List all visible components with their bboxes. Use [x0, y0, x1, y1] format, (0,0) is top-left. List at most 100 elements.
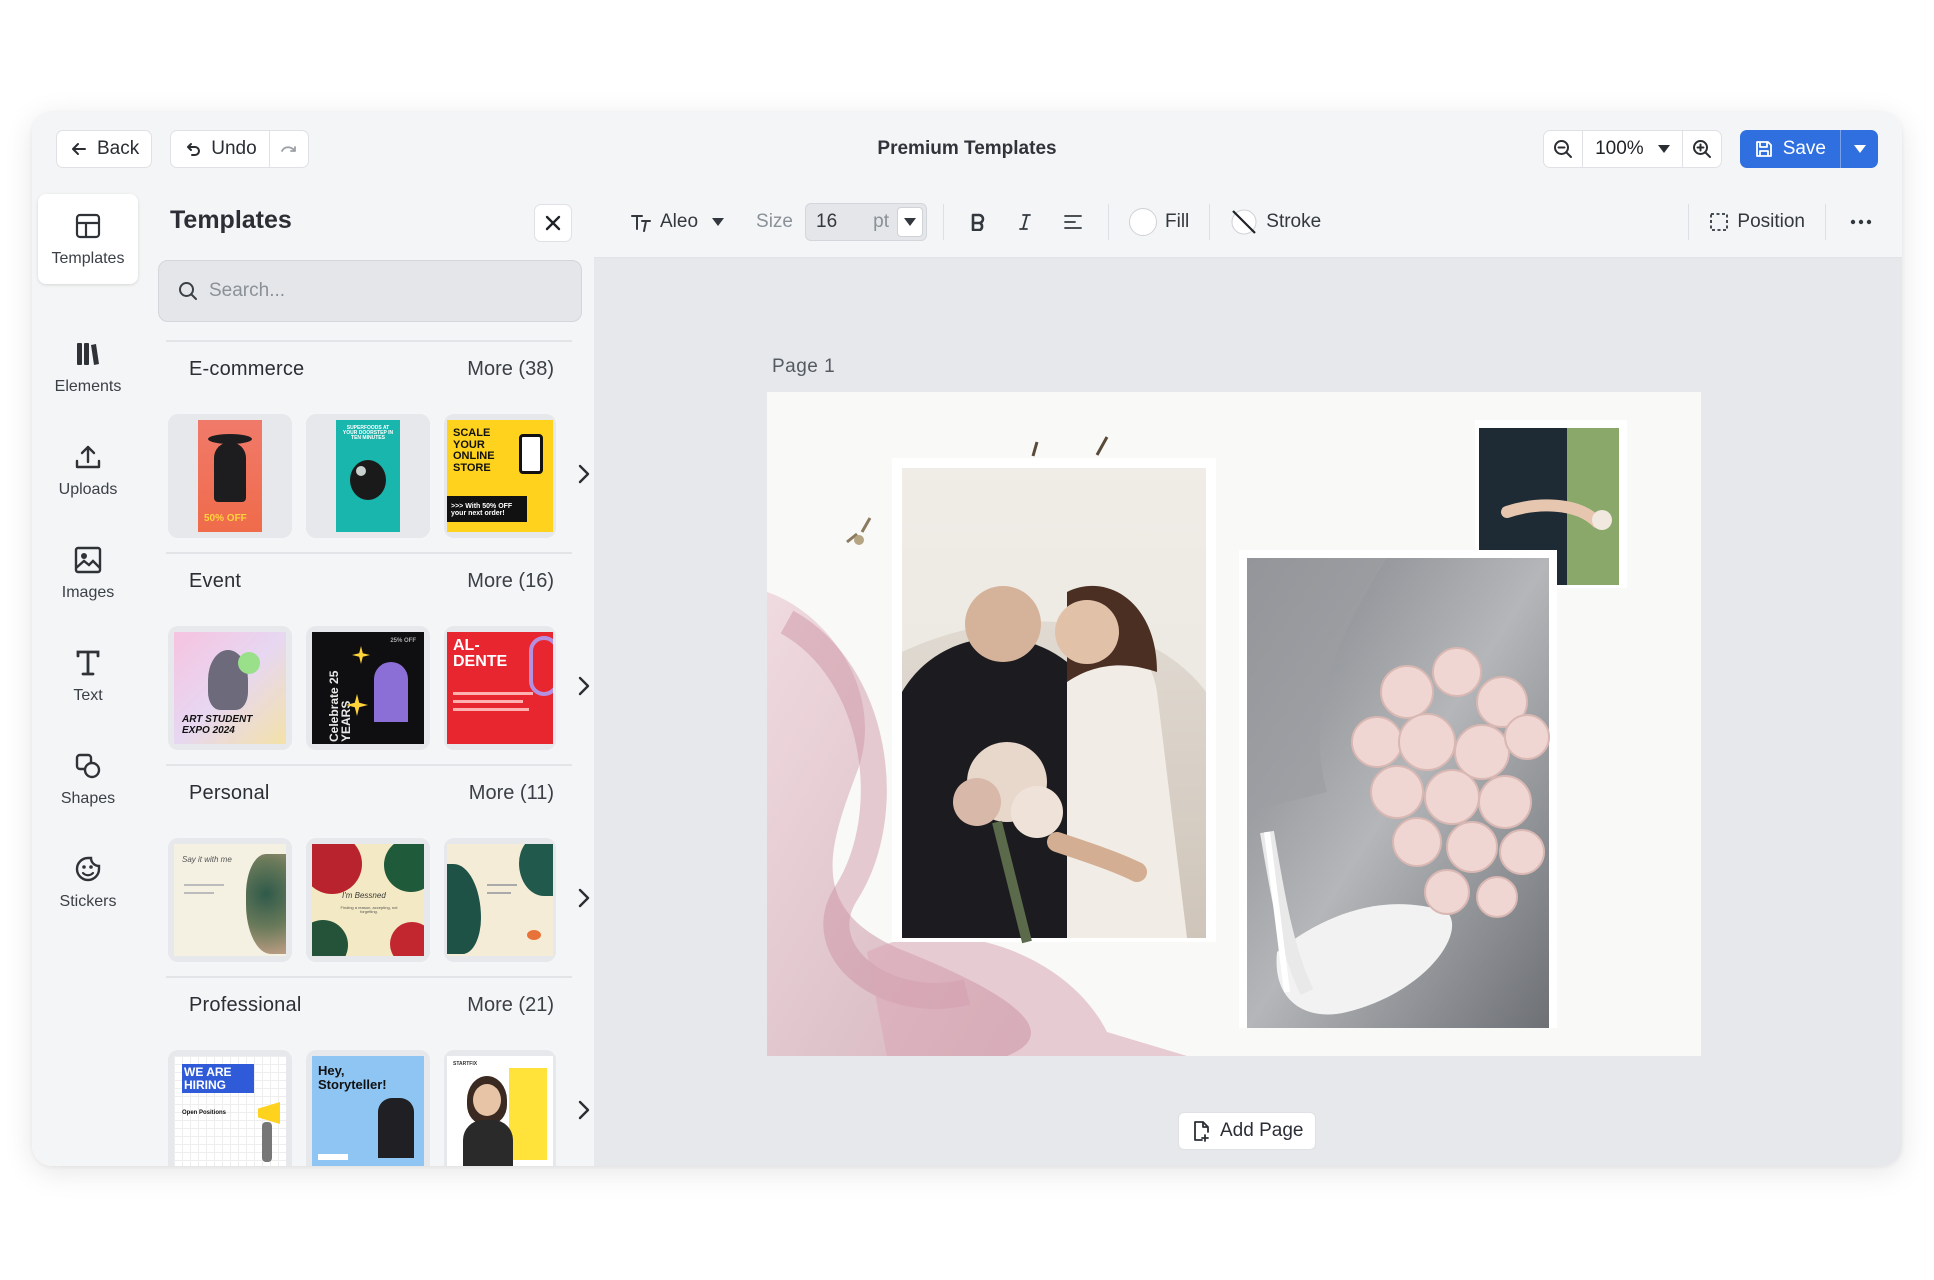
font-family-select[interactable]: Aleo — [626, 202, 728, 242]
zoom-control: 100% — [1543, 130, 1722, 168]
zoom-in-button[interactable] — [1683, 131, 1721, 167]
rail-item-elements[interactable]: Elements — [38, 322, 138, 412]
shapes-icon — [75, 753, 101, 778]
panel-title: Templates — [170, 206, 292, 234]
thumb-text: SUPERFOODS AT YOUR DOORSTEP IN TEN MINUT… — [342, 425, 394, 441]
redo-button[interactable] — [269, 130, 309, 168]
category-name: Event — [189, 570, 242, 592]
save-options-button[interactable] — [1840, 130, 1878, 168]
position-icon — [1710, 212, 1729, 231]
top-bar: Premium Templates Back Undo 100% Save — [32, 112, 1902, 186]
template-thumb[interactable]: Say it with me — [168, 838, 292, 962]
thumb-text: SCALE YOUR ONLINE STORE — [453, 427, 495, 474]
fill-label: Fill — [1165, 210, 1190, 232]
divider — [166, 552, 572, 554]
more-link[interactable]: More (38) — [467, 358, 554, 381]
separator — [1688, 203, 1690, 240]
rail-label: Uploads — [58, 480, 118, 498]
zoom-in-icon — [1692, 140, 1711, 158]
search-input[interactable] — [209, 280, 549, 302]
save-label: Save — [1782, 138, 1826, 159]
category-name: E-commerce — [189, 358, 305, 380]
caret-down-icon — [904, 217, 916, 226]
category-professional: Professional More (21) WE ARE HIRING Ope… — [144, 976, 594, 1166]
font-size-dropdown-button[interactable] — [897, 206, 923, 237]
zoom-select[interactable]: 100% — [1582, 131, 1683, 167]
template-thumb[interactable]: AL- DENTE — [444, 626, 556, 750]
template-preview: 50% OFF — [198, 420, 262, 532]
category-event: Event More (16) ART STUDENT EXPO 2024 Ce… — [144, 552, 594, 764]
template-search[interactable] — [158, 260, 582, 322]
zoom-out-button[interactable] — [1544, 131, 1582, 167]
font-size-value: 16 — [816, 210, 838, 232]
close-panel-button[interactable] — [534, 204, 572, 242]
italic-icon — [1019, 213, 1031, 230]
template-thumb[interactable]: Hey, Storyteller! — [306, 1050, 430, 1166]
add-page-icon — [1194, 1121, 1209, 1142]
library-icon — [77, 342, 99, 365]
thumb-text: Say it with me — [182, 855, 232, 864]
caret-down-icon — [1853, 145, 1866, 153]
undo-button[interactable]: Undo — [170, 130, 270, 168]
fill-swatch — [1129, 207, 1157, 236]
template-preview: Say it with me — [174, 844, 286, 956]
rail-item-shapes[interactable]: Shapes — [38, 734, 138, 824]
chevron-right-icon — [578, 464, 590, 484]
separator — [1209, 203, 1211, 240]
template-preview: SUPERFOODS AT YOUR DOORSTEP IN TEN MINUT… — [336, 420, 400, 532]
rail-label: Elements — [54, 377, 122, 395]
chevron-right-icon — [578, 676, 590, 696]
italic-button[interactable] — [1008, 202, 1042, 242]
align-button[interactable] — [1054, 202, 1092, 242]
template-thumb[interactable]: I'm Bessned Finding a reason, accepting,… — [306, 838, 430, 962]
template-thumb[interactable]: STARTFIX — [444, 1050, 556, 1166]
format-toolbar: Aleo Size 16 pt Fill Stroke Position — [594, 186, 1902, 258]
design-page[interactable] — [767, 392, 1701, 1056]
more-options-button[interactable] — [1842, 202, 1880, 242]
template-thumb[interactable]: Celebrate 25 YEARS 25% OFF — [306, 626, 430, 750]
templates-panel: Templates E-commerce More (38) 50% OFF — [144, 186, 594, 1166]
fill-button[interactable]: Fill — [1125, 202, 1193, 242]
add-page-button[interactable]: Add Page — [1178, 1112, 1317, 1150]
rail-item-templates[interactable]: Templates — [38, 194, 138, 284]
canvas-area: Page 1 Add Page — [594, 258, 1902, 1166]
back-button[interactable]: Back — [56, 130, 153, 168]
save-button[interactable]: Save — [1740, 130, 1840, 168]
template-preview: AL- DENTE — [447, 632, 553, 744]
zoom-value: 100% — [1595, 138, 1644, 159]
thumb-subtext: >>> With 50% OFF your next order! — [451, 502, 513, 518]
template-preview: SCALE YOUR ONLINE STORE >>> With 50% OFF… — [447, 420, 553, 532]
scroll-right-button[interactable] — [576, 672, 592, 700]
scroll-right-button[interactable] — [576, 460, 592, 488]
template-thumb[interactable]: SCALE YOUR ONLINE STORE >>> With 50% OFF… — [444, 414, 556, 538]
more-link[interactable]: More (16) — [467, 570, 554, 593]
rail-item-images[interactable]: Images — [38, 528, 138, 618]
font-size-unit: pt — [873, 210, 889, 232]
align-left-icon — [1064, 214, 1082, 229]
scroll-right-button[interactable] — [576, 1096, 592, 1124]
template-preview: Celebrate 25 YEARS 25% OFF — [312, 632, 424, 744]
thumb-subtext: Open Positions — [182, 1110, 227, 1116]
rail-item-text[interactable]: Text — [38, 631, 138, 721]
scroll-right-button[interactable] — [576, 884, 592, 912]
rail-item-stickers[interactable]: Stickers — [38, 837, 138, 927]
template-preview — [447, 844, 553, 956]
more-link[interactable]: More (21) — [467, 994, 554, 1017]
stroke-button[interactable]: Stroke — [1226, 202, 1325, 242]
font-size-input[interactable]: 16 pt — [805, 202, 927, 241]
template-thumb[interactable]: SUPERFOODS AT YOUR DOORSTEP IN TEN MINUT… — [306, 414, 430, 538]
template-thumb[interactable]: 50% OFF — [168, 414, 292, 538]
thumb-text: WE ARE HIRING — [182, 1064, 254, 1094]
category-name: Personal — [189, 782, 270, 804]
divider — [166, 976, 572, 978]
font-icon — [631, 214, 651, 232]
template-thumb[interactable]: ART STUDENT EXPO 2024 — [168, 626, 292, 750]
thumb-text: STARTFIX — [453, 1061, 478, 1067]
bold-icon — [971, 213, 985, 231]
more-link[interactable]: More (11) — [469, 782, 554, 805]
template-thumb[interactable] — [444, 838, 556, 962]
bold-button[interactable] — [960, 202, 996, 242]
template-thumb[interactable]: WE ARE HIRING Open Positions — [168, 1050, 292, 1166]
position-button[interactable]: Position — [1705, 202, 1809, 242]
rail-item-uploads[interactable]: Uploads — [38, 425, 138, 515]
